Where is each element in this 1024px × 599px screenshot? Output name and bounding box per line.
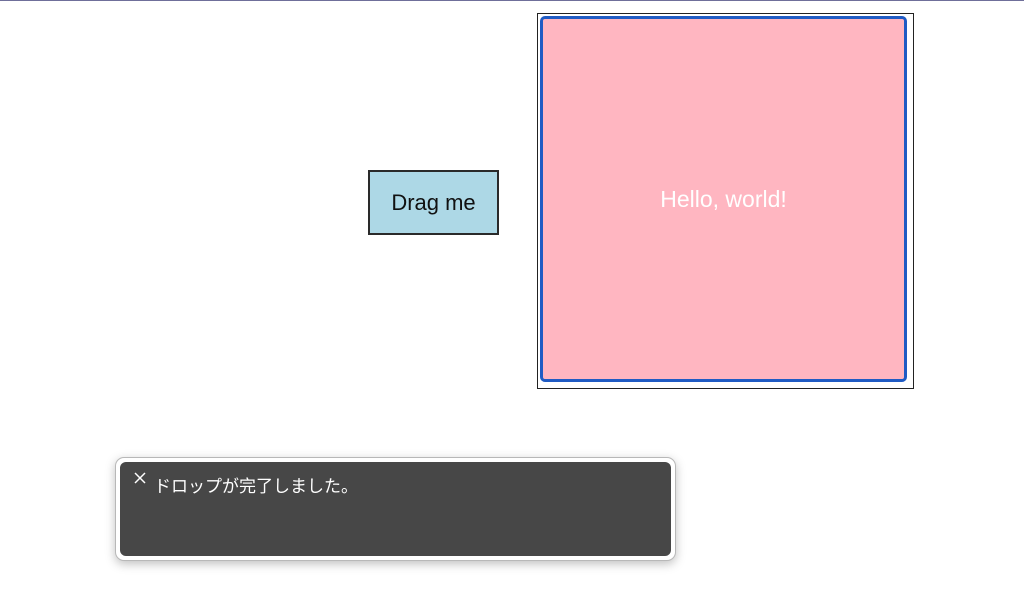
drag-me-box[interactable]: Drag me: [368, 170, 499, 235]
close-icon[interactable]: [132, 470, 148, 486]
drop-zone-frame: Hello, world!: [537, 13, 914, 389]
drop-target[interactable]: Hello, world!: [540, 16, 907, 382]
notification-toast: ドロップが完了しました。: [115, 457, 676, 561]
top-divider: [0, 0, 1024, 1]
toast-message: ドロップが完了しました。: [154, 477, 358, 497]
toast-body: ドロップが完了しました。: [120, 462, 671, 556]
